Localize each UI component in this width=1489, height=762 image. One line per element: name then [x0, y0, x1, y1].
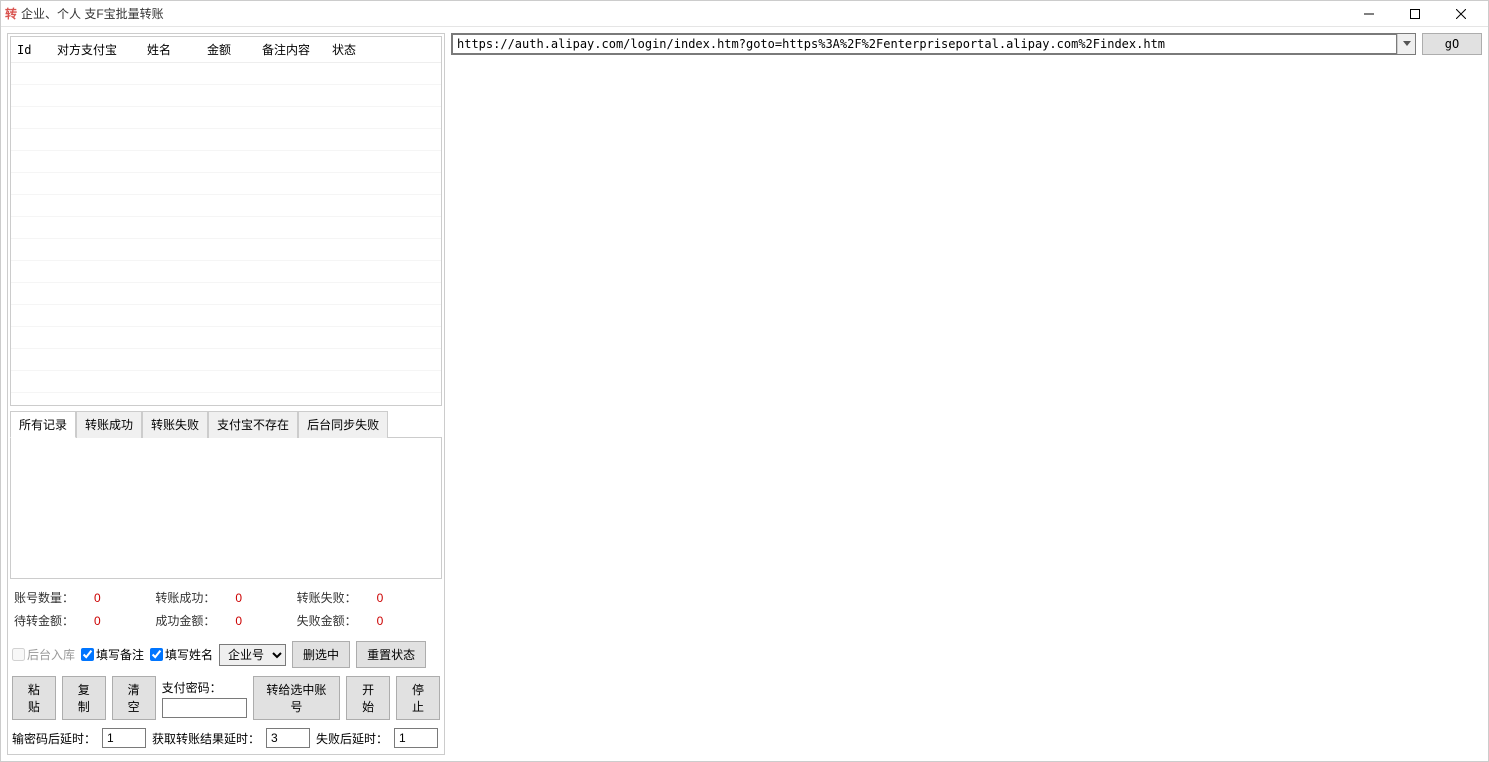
pay-password-input[interactable] — [162, 698, 247, 718]
value-fail-amount: 0 — [377, 614, 384, 628]
url-input[interactable] — [452, 34, 1397, 54]
content-area: Id 对方支付宝 姓名 金额 备注内容 状态 所有记录 转账成功 转账失败 支 — [1, 27, 1488, 761]
table-row[interactable] — [11, 85, 441, 107]
table-row[interactable] — [11, 349, 441, 371]
table-row[interactable] — [11, 63, 441, 85]
url-combobox[interactable] — [451, 33, 1416, 55]
after-password-delay-input[interactable] — [102, 728, 146, 748]
table-row[interactable] — [11, 371, 441, 393]
value-pending-amount: 0 — [94, 614, 101, 628]
tab-all[interactable]: 所有记录 — [10, 411, 76, 438]
checkbox-fill-name[interactable]: 填写姓名 — [150, 646, 213, 663]
value-account-count: 0 — [94, 591, 101, 605]
go-button[interactable]: gO — [1422, 33, 1482, 55]
stats-grid: 账号数量： 0 转账成功： 0 转账失败： 0 待转金额： 0 成功金额： 0 失败金额：… — [10, 589, 442, 629]
label-fail-amount: 失败金额： — [297, 612, 357, 629]
log-textarea[interactable] — [10, 437, 442, 579]
table-row[interactable] — [11, 327, 441, 349]
label-fill-name: 填写姓名 — [165, 646, 213, 663]
get-result-delay-input[interactable] — [266, 728, 310, 748]
value-success-amount: 0 — [235, 614, 242, 628]
close-button[interactable] — [1438, 1, 1484, 27]
right-panel: gO — [451, 33, 1482, 755]
reset-status-button[interactable]: 重置状态 — [356, 641, 426, 668]
col-remark[interactable]: 备注内容 — [256, 37, 326, 63]
table-row[interactable] — [11, 107, 441, 129]
value-transfer-success: 0 — [235, 591, 242, 605]
tab-notexist[interactable]: 支付宝不存在 — [208, 411, 298, 438]
titlebar: 转 企业、个人 支F宝批量转账 — [1, 1, 1488, 27]
after-fail-delay-input[interactable] — [394, 728, 438, 748]
delete-selected-button[interactable]: 删选中 — [292, 641, 350, 668]
table-row[interactable] — [11, 151, 441, 173]
table-row[interactable] — [11, 195, 441, 217]
transfer-table[interactable]: Id 对方支付宝 姓名 金额 备注内容 状态 — [10, 36, 442, 406]
label-pending-amount: 待转金额： — [14, 612, 74, 629]
window-controls — [1346, 1, 1484, 27]
label-account-count: 账号数量： — [14, 589, 74, 606]
tab-syncfail[interactable]: 后台同步失败 — [298, 411, 388, 438]
table-row[interactable] — [11, 173, 441, 195]
embedded-browser[interactable] — [451, 61, 1482, 755]
url-dropdown-icon[interactable] — [1397, 34, 1415, 54]
main-window: 转 企业、个人 支F宝批量转账 Id 对方支付宝 姓名 金额 备注内容 — [0, 0, 1489, 762]
label-transfer-success: 转账成功： — [155, 589, 215, 606]
clear-button[interactable]: 清空 — [112, 676, 156, 720]
left-panel: Id 对方支付宝 姓名 金额 备注内容 状态 所有记录 转账成功 转账失败 支 — [7, 33, 445, 755]
table-row[interactable] — [11, 305, 441, 327]
table-row[interactable] — [11, 129, 441, 151]
table-row[interactable] — [11, 283, 441, 305]
col-id[interactable]: Id — [11, 37, 51, 63]
label-get-result-delay: 获取转账结果延时： — [152, 730, 260, 747]
label-after-fail-delay: 失败后延时： — [316, 730, 388, 747]
url-bar-row: gO — [451, 33, 1482, 55]
col-alipay[interactable]: 对方支付宝 — [51, 37, 141, 63]
label-backend-store: 后台入库 — [27, 646, 75, 663]
account-type-select[interactable]: 企业号 — [219, 644, 286, 666]
label-success-amount: 成功金额： — [155, 612, 215, 629]
label-transfer-fail: 转账失败： — [297, 589, 357, 606]
col-name[interactable]: 姓名 — [141, 37, 201, 63]
window-title: 企业、个人 支F宝批量转账 — [21, 5, 1346, 22]
tab-success[interactable]: 转账成功 — [76, 411, 142, 438]
app-icon-label: 转 — [5, 5, 17, 22]
label-fill-remark: 填写备注 — [96, 646, 144, 663]
maximize-button[interactable] — [1392, 1, 1438, 27]
table-row[interactable] — [11, 239, 441, 261]
paste-button[interactable]: 粘贴 — [12, 676, 56, 720]
label-pay-password: 支付密码： — [162, 679, 247, 696]
transfer-selected-button[interactable]: 转给选中账号 — [253, 676, 341, 720]
minimize-button[interactable] — [1346, 1, 1392, 27]
copy-button[interactable]: 复制 — [62, 676, 106, 720]
table-row[interactable] — [11, 217, 441, 239]
value-transfer-fail: 0 — [377, 591, 384, 605]
stop-button[interactable]: 停止 — [396, 676, 440, 720]
log-tabs: 所有记录 转账成功 转账失败 支付宝不存在 后台同步失败 — [10, 410, 442, 437]
col-status[interactable]: 状态 — [326, 37, 441, 63]
table-row[interactable] — [11, 261, 441, 283]
checkbox-fill-remark[interactable]: 填写备注 — [81, 646, 144, 663]
start-button[interactable]: 开始 — [346, 676, 390, 720]
col-amount[interactable]: 金额 — [201, 37, 256, 63]
label-after-password-delay: 输密码后延时： — [12, 730, 96, 747]
checkbox-backend-store[interactable]: 后台入库 — [12, 646, 75, 663]
tab-fail[interactable]: 转账失败 — [142, 411, 208, 438]
